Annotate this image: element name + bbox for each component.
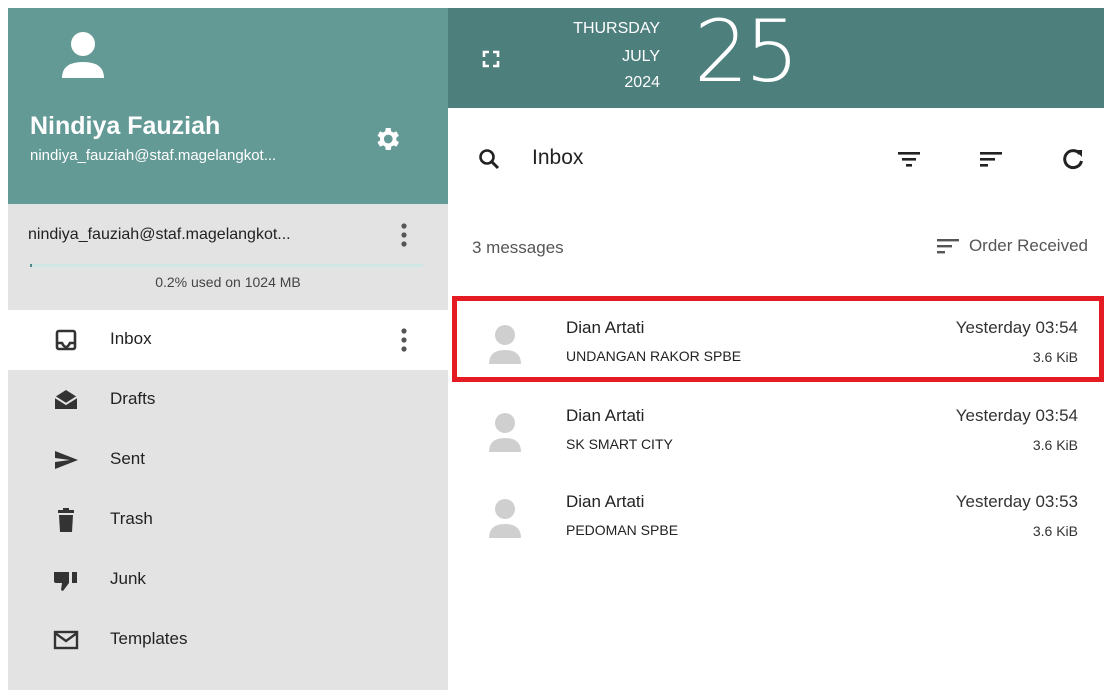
- message-sender: Dian Artati: [566, 492, 645, 511]
- message-row[interactable]: Dian Artati PEDOMAN SPBE Yesterday 03:53…: [452, 470, 1104, 556]
- message-row[interactable]: Dian Artati SK SMART CITY Yesterday 03:5…: [452, 384, 1104, 470]
- folder-label: Templates: [110, 629, 188, 648]
- order-button[interactable]: Order Received: [935, 236, 1088, 256]
- user-header: Nindiya Fauziah nindiya_fauziah@staf.mag…: [8, 8, 448, 204]
- list-toolbar: Inbox: [448, 108, 1104, 207]
- account-section: nindiya_fauziah@staf.magelangkot... 0.2%…: [8, 204, 448, 310]
- user-email: nindiya_fauziah@staf.magelangkot...: [30, 147, 277, 164]
- refresh-icon[interactable]: [1060, 146, 1086, 172]
- date-weekday: THURSDAY: [573, 20, 660, 37]
- message-row[interactable]: Dian Artati UNDANGAN RAKOR SPBE Yesterda…: [452, 296, 1104, 382]
- filter-icon[interactable]: [896, 146, 922, 172]
- settings-gear-icon[interactable]: [372, 124, 402, 154]
- folder-title: Inbox: [532, 146, 584, 169]
- quota-bar: [30, 264, 423, 267]
- mail-app: Nindiya Fauziah nindiya_fauziah@staf.mag…: [8, 8, 1104, 690]
- folder-inbox[interactable]: Inbox: [8, 310, 448, 370]
- folder-trash[interactable]: Trash: [8, 490, 448, 550]
- sort-icon[interactable]: [978, 146, 1004, 172]
- drafts-envelope-open-icon: [54, 390, 78, 409]
- date-year: 2024: [624, 74, 660, 91]
- message-count: 3 messages: [472, 238, 564, 257]
- sidebar: Nindiya Fauziah nindiya_fauziah@staf.mag…: [8, 8, 448, 690]
- message-size: 3.6 KiB: [1032, 437, 1078, 453]
- quota-fill: [30, 264, 32, 267]
- folder-sent[interactable]: Sent: [8, 430, 448, 490]
- folder-drafts[interactable]: Drafts: [8, 370, 448, 430]
- message-time: Yesterday 03:53: [955, 492, 1078, 511]
- message-time: Yesterday 03:54: [955, 406, 1078, 425]
- list-header: 3 messages Order Received: [448, 206, 1104, 296]
- message-subject: SK SMART CITY: [566, 436, 673, 452]
- date-day: 25: [694, 8, 799, 102]
- folder-label: Inbox: [110, 329, 152, 348]
- sender-avatar-icon: [489, 413, 521, 452]
- inbox-icon: [55, 329, 77, 351]
- sender-avatar-icon: [489, 325, 521, 364]
- message-time: Yesterday 03:54: [955, 318, 1078, 337]
- folder-junk[interactable]: Junk: [8, 550, 448, 610]
- message-size: 3.6 KiB: [1032, 349, 1078, 365]
- folder-label: Trash: [110, 509, 153, 528]
- send-icon: [55, 451, 78, 469]
- message-sender: Dian Artati: [566, 406, 645, 425]
- trash-icon: [58, 508, 74, 532]
- date-bar: THURSDAY JULY 2024 25: [448, 8, 1104, 108]
- quota-text: 0.2% used on 1024 MB: [155, 274, 301, 290]
- envelope-outline-icon: [53, 630, 79, 650]
- message-subject: PEDOMAN SPBE: [566, 522, 679, 538]
- message-subject: UNDANGAN RAKOR SPBE: [566, 348, 742, 364]
- search-icon[interactable]: [478, 148, 500, 170]
- account-menu-kebab-icon[interactable]: [394, 220, 414, 250]
- sort-order-icon: [936, 239, 959, 254]
- account-email: nindiya_fauziah@staf.magelangkot...: [28, 226, 291, 243]
- fullscreen-icon[interactable]: [482, 50, 500, 68]
- folder-label: Junk: [110, 569, 146, 588]
- folder-templates[interactable]: Templates: [8, 610, 448, 670]
- folder-label: Sent: [110, 449, 145, 468]
- message-sender: Dian Artati: [566, 318, 645, 337]
- folder-label: Drafts: [110, 389, 156, 408]
- order-label: Order Received: [968, 236, 1088, 255]
- thumbs-down-icon: [54, 572, 77, 591]
- user-name: Nindiya Fauziah: [30, 112, 221, 140]
- date-month: JULY: [622, 48, 660, 65]
- message-size: 3.6 KiB: [1032, 523, 1078, 539]
- user-avatar-icon: [62, 32, 104, 78]
- sender-avatar-icon: [489, 499, 521, 538]
- folder-menu-kebab-icon[interactable]: [394, 325, 414, 355]
